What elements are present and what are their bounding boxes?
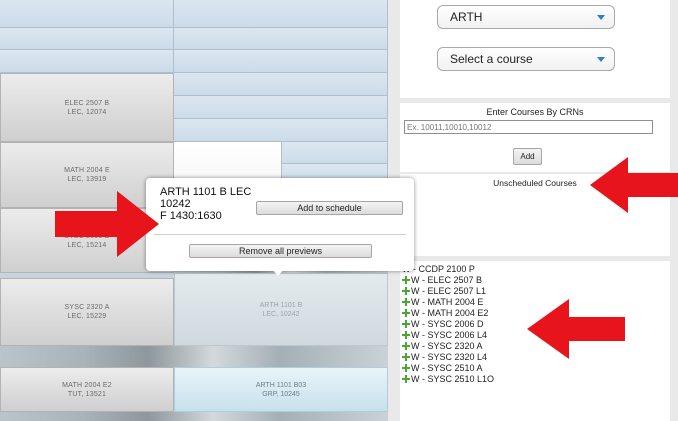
list-item[interactable]: W - MATH 2004 E2 bbox=[402, 308, 488, 319]
popup-time: F 1430:1630 bbox=[160, 210, 222, 222]
empty-slot bbox=[174, 96, 388, 119]
empty-slot bbox=[0, 0, 174, 28]
course-block-code: MATH 2004 E bbox=[64, 167, 110, 174]
popup-course-title: ARTH 1101 B LEC bbox=[160, 186, 252, 198]
list-item[interactable]: W - SYSC 2320 L4 bbox=[402, 352, 487, 363]
list-item-label: W - SYSC 2510 L1O bbox=[411, 374, 495, 384]
list-item-label: W - ELEC 2507 B bbox=[411, 275, 483, 285]
course-select-value: Select a course bbox=[450, 52, 533, 66]
empty-slot bbox=[174, 73, 388, 96]
course-select[interactable]: Select a course bbox=[437, 47, 615, 71]
list-item[interactable]: W - SYSC 2510 A bbox=[402, 363, 483, 374]
remove-all-previews-button[interactable]: Remove all previews bbox=[189, 244, 372, 258]
popup-crn: 10242 bbox=[160, 198, 191, 210]
crn-input[interactable] bbox=[404, 120, 653, 134]
course-block-math-2004-e2[interactable]: MATH 2004 E2 TUT, 13521 bbox=[0, 367, 174, 412]
list-item-label: W - ELEC 2507 L1 bbox=[411, 286, 487, 296]
course-block-code: ELEC 2507 B bbox=[64, 99, 110, 107]
arrow-right-icon bbox=[55, 191, 159, 257]
arrow-left-icon bbox=[527, 299, 625, 359]
list-item[interactable]: W - ELEC 2507 B bbox=[402, 275, 482, 286]
list-item-label: W - MATH 2004 E2 bbox=[411, 308, 489, 318]
add-icon[interactable] bbox=[402, 308, 410, 317]
course-block-detail: LEC, 12074 bbox=[67, 108, 107, 116]
add-icon[interactable] bbox=[402, 341, 410, 350]
empty-slot bbox=[174, 28, 388, 50]
course-block-detail: LEC, 13919 bbox=[67, 176, 107, 183]
empty-slot bbox=[0, 50, 174, 73]
list-item-label: W - SYSC 2006 L4 bbox=[411, 330, 488, 340]
course-block-sysc-2320-a[interactable]: SYSC 2320 A LEC, 15229 bbox=[0, 278, 174, 346]
empty-slot bbox=[174, 50, 388, 73]
course-block-detail: GRP, 10245 bbox=[262, 390, 300, 398]
empty-slot bbox=[0, 28, 174, 50]
list-item-label: W - MATH 2004 E bbox=[411, 297, 484, 307]
subject-select-value: ARTH bbox=[450, 10, 483, 24]
add-icon[interactable] bbox=[402, 275, 410, 284]
add-crn-button[interactable]: Add bbox=[513, 148, 542, 165]
list-item-label: W - SYSC 2006 D bbox=[411, 319, 484, 329]
add-icon[interactable] bbox=[402, 319, 410, 328]
course-block-code: SYSC 2320 A bbox=[64, 304, 110, 311]
list-item[interactable]: W - MATH 2004 E bbox=[402, 297, 483, 308]
divider bbox=[154, 234, 406, 235]
list-item[interactable]: W - SYSC 2006 D bbox=[402, 319, 484, 330]
add-icon[interactable] bbox=[402, 297, 410, 306]
course-block-code: ARTH 1101 B03 bbox=[255, 381, 307, 389]
list-item-label: W - SYSC 2510 A bbox=[411, 363, 483, 373]
course-selection-panel: ARTH Select a course bbox=[400, 0, 670, 98]
course-block-elec-2507-b[interactable]: ELEC 2507 B LEC, 12074 bbox=[0, 73, 174, 142]
course-block-code: ARTH 1101 B bbox=[259, 301, 303, 309]
add-to-schedule-button[interactable]: Add to schedule bbox=[256, 201, 403, 215]
add-icon[interactable] bbox=[402, 330, 410, 339]
popup-pointer bbox=[272, 269, 284, 276]
empty-slot bbox=[282, 142, 388, 164]
add-icon[interactable] bbox=[402, 286, 410, 295]
course-block-detail: LEC, 10242 bbox=[262, 310, 300, 318]
course-block-detail: TUT, 13521 bbox=[67, 390, 107, 398]
empty-slot bbox=[174, 119, 388, 142]
course-preview-arth-1101-b[interactable]: ARTH 1101 B LEC, 10242 bbox=[174, 273, 388, 346]
course-preview-popup: ARTH 1101 B LEC 10242 F 1430:1630 Add to… bbox=[146, 178, 414, 276]
list-item[interactable]: W - SYSC 2320 A bbox=[402, 341, 483, 352]
arrow-left-icon bbox=[590, 157, 678, 213]
crn-section-title: Enter Courses By CRNs bbox=[486, 107, 584, 117]
subject-select[interactable]: ARTH bbox=[437, 5, 615, 29]
empty-slot bbox=[174, 0, 388, 28]
list-item[interactable]: W - SYSC 2510 L1O bbox=[402, 374, 494, 385]
course-preview-arth-1101-b03[interactable]: ARTH 1101 B03 GRP, 10245 bbox=[174, 367, 388, 412]
background-strip bbox=[0, 412, 388, 421]
background-strip bbox=[0, 346, 388, 367]
list-item[interactable]: W - ELEC 2507 L1 bbox=[402, 286, 486, 297]
list-item[interactable]: W - SYSC 2006 L4 bbox=[402, 330, 487, 341]
chevron-down-icon bbox=[597, 15, 605, 20]
list-item-label: W - SYSC 2320 A bbox=[411, 341, 483, 351]
chevron-down-icon bbox=[597, 57, 605, 62]
course-block-code: MATH 2004 E2 bbox=[62, 381, 112, 389]
add-icon[interactable] bbox=[402, 363, 410, 372]
add-icon[interactable] bbox=[402, 374, 410, 383]
add-icon[interactable] bbox=[402, 352, 410, 361]
list-item-label: W - SYSC 2320 L4 bbox=[411, 352, 488, 362]
course-block-detail: LEC, 15229 bbox=[67, 313, 107, 320]
